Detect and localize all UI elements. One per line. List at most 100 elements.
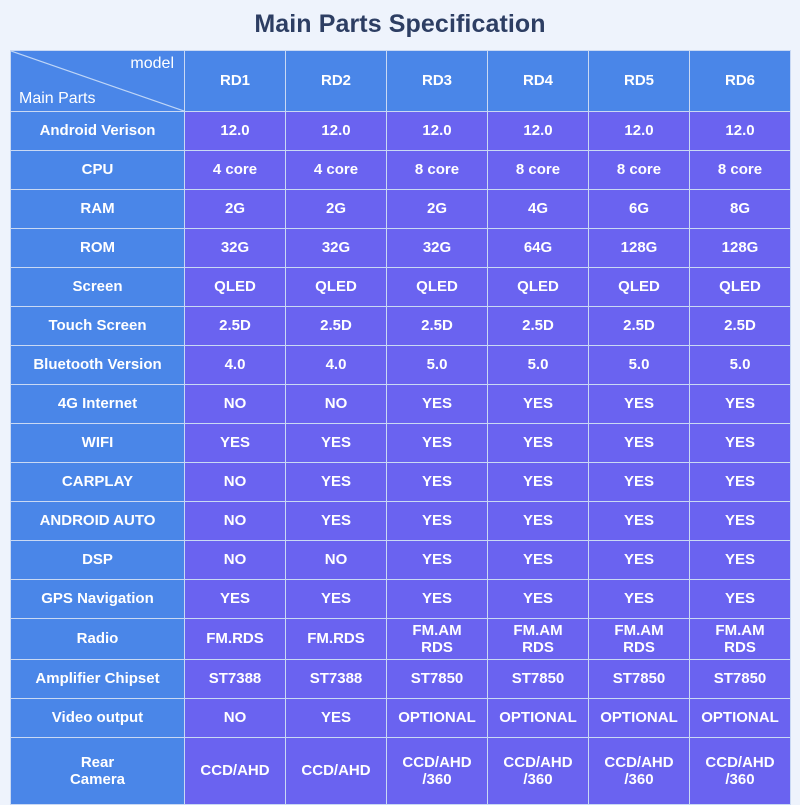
corner-header-cell: model Main Parts [10, 50, 185, 112]
cell-rd1: NO [184, 462, 286, 502]
cell-rd2: 32G [285, 228, 387, 268]
cell-rd2: 2G [285, 189, 387, 229]
model-header-rd2: RD2 [285, 50, 387, 112]
cell-rd6: OPTIONAL [689, 698, 791, 738]
row-label-touch-screen: Touch Screen [10, 306, 185, 346]
row-label-gps-navigation: GPS Navigation [10, 579, 185, 619]
row-label-android-verison: Android Verison [10, 111, 185, 151]
table-row: Video output NO YES OPTIONAL OPTIONAL OPTIONA… [10, 698, 791, 738]
cell-rd5: 5.0 [588, 345, 690, 385]
cell-rd3: 5.0 [386, 345, 488, 385]
cell-rd5: 6G [588, 189, 690, 229]
cell-rd5: YES [588, 423, 690, 463]
cell-rd4: 4G [487, 189, 589, 229]
cell-rd1: NO [184, 698, 286, 738]
cell-rd2: YES [285, 423, 387, 463]
cell-rd6: YES [689, 462, 791, 502]
table-row: Radio FM.RDS FM.RDS FM.AM RDS FM.AM RDS FM.AM RD… [10, 618, 791, 660]
spec-page: Main Parts Specification model Main Part… [0, 0, 800, 805]
cell-rd5: 128G [588, 228, 690, 268]
row-label-video-output: Video output [10, 698, 185, 738]
cell-rd4: YES [487, 423, 589, 463]
cell-rd4: ST7850 [487, 659, 589, 699]
main-parts-spec-table: model Main Parts RD1 RD2 RD3 RD4 RD5 RD6… [10, 50, 791, 805]
cell-rd1: 4.0 [184, 345, 286, 385]
cell-rd1: 2.5D [184, 306, 286, 346]
cell-rd4: FM.AM RDS [487, 618, 589, 660]
cell-rd1: YES [184, 579, 286, 619]
table-row: Amplifier Chipset ST7388 ST7388 ST7850 ST785… [10, 659, 791, 699]
row-label-android-auto: ANDROID AUTO [10, 501, 185, 541]
cell-rd5: 2.5D [588, 306, 690, 346]
cell-rd3: CCD/AHD/360 [386, 737, 488, 805]
cell-rd1: 12.0 [184, 111, 286, 151]
cell-rd5: OPTIONAL [588, 698, 690, 738]
table-row: Bluetooth Version 4.0 4.0 5.0 5.0 5.0 5.0 [10, 345, 791, 385]
row-label-dsp: DSP [10, 540, 185, 580]
cell-rd4: 12.0 [487, 111, 589, 151]
cell-rd1: NO [184, 540, 286, 580]
row-label-carplay: CARPLAY [10, 462, 185, 502]
cell-rd6: YES [689, 579, 791, 619]
cell-rd3: YES [386, 384, 488, 424]
page-title: Main Parts Specification [254, 10, 546, 38]
model-header-rd5: RD5 [588, 50, 690, 112]
row-label-4g-internet: 4G Internet [10, 384, 185, 424]
cell-rd5: ST7850 [588, 659, 690, 699]
cell-rd4: YES [487, 462, 589, 502]
table-row: GPS Navigation YES YES YES YES YES YES [10, 579, 791, 619]
cell-rd3: 2.5D [386, 306, 488, 346]
cell-rd6: 12.0 [689, 111, 791, 151]
cell-rd6: YES [689, 384, 791, 424]
model-header-rd4: RD4 [487, 50, 589, 112]
cell-rd1: 32G [184, 228, 286, 268]
cell-rd6: 8G [689, 189, 791, 229]
cell-rd4: YES [487, 540, 589, 580]
cell-rd2: 4 core [285, 150, 387, 190]
cell-rd6: ST7850 [689, 659, 791, 699]
cell-rd5: YES [588, 540, 690, 580]
cell-rd3: YES [386, 423, 488, 463]
cell-rd6: 2.5D [689, 306, 791, 346]
table-row: ANDROID AUTO NO YES YES YES YES YES [10, 501, 791, 541]
cell-rd1: NO [184, 384, 286, 424]
cell-rd1: FM.RDS [184, 618, 286, 660]
cell-rd3: OPTIONAL [386, 698, 488, 738]
table-row: 4G Internet NO NO YES YES YES YES [10, 384, 791, 424]
cell-rd4: 64G [487, 228, 589, 268]
cell-rd2: CCD/AHD [285, 737, 387, 805]
table-row: CPU 4 core 4 core 8 core 8 core 8 core 8 core [10, 150, 791, 190]
cell-rd2: YES [285, 579, 387, 619]
cell-rd3: YES [386, 462, 488, 502]
cell-rd5: YES [588, 579, 690, 619]
cell-rd5: QLED [588, 267, 690, 307]
row-label-wifi: WIFI [10, 423, 185, 463]
cell-rd1: CCD/AHD [184, 737, 286, 805]
cell-rd4: CCD/AHD/360 [487, 737, 589, 805]
cell-rd3: 8 core [386, 150, 488, 190]
table-row: RAM 2G 2G 2G 4G 6G 8G [10, 189, 791, 229]
model-header-rd3: RD3 [386, 50, 488, 112]
table-row: CARPLAY NO YES YES YES YES YES [10, 462, 791, 502]
cell-rd6: YES [689, 423, 791, 463]
corner-model-label: model [130, 55, 174, 72]
cell-rd3: 2G [386, 189, 488, 229]
cell-rd6: CCD/AHD/360 [689, 737, 791, 805]
row-label-rom: ROM [10, 228, 185, 268]
row-label-screen: Screen [10, 267, 185, 307]
cell-rd2: NO [285, 540, 387, 580]
cell-rd3: 32G [386, 228, 488, 268]
cell-rd1: ST7388 [184, 659, 286, 699]
cell-rd5: YES [588, 501, 690, 541]
model-header-rd1: RD1 [184, 50, 286, 112]
row-label-cpu: CPU [10, 150, 185, 190]
row-label-radio: Radio [10, 618, 185, 660]
table-row: Touch Screen 2.5D 2.5D 2.5D 2.5D 2.5D 2.5D [10, 306, 791, 346]
table-row: ROM 32G 32G 32G 64G 128G 128G [10, 228, 791, 268]
table-header-row: model Main Parts RD1 RD2 RD3 RD4 RD5 RD6 [10, 50, 791, 112]
cell-rd3: ST7850 [386, 659, 488, 699]
model-header-rd6: RD6 [689, 50, 791, 112]
table-row: DSP NO NO YES YES YES YES [10, 540, 791, 580]
cell-rd6: 128G [689, 228, 791, 268]
cell-rd4: YES [487, 501, 589, 541]
